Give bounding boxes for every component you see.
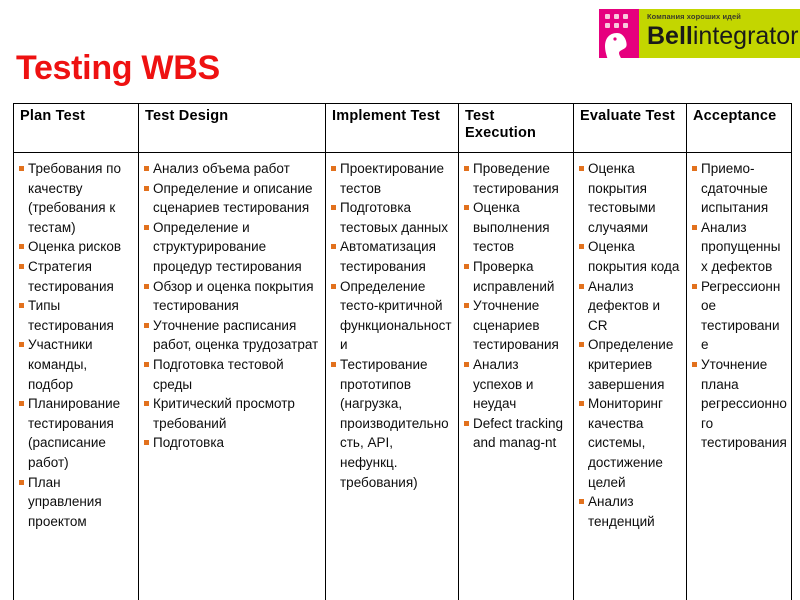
logo-dots-icon bbox=[605, 14, 630, 30]
bullet-item: Анализ успехов и неудач bbox=[464, 355, 569, 414]
table-content-row: Требования по качеству (требования к тес… bbox=[13, 152, 792, 600]
bullet-item: Анализ объема работ bbox=[144, 159, 321, 179]
bullet-item: Уточнение сценариев тестирования bbox=[464, 296, 569, 355]
bullet-item: Анализ пропущенных дефектов bbox=[692, 218, 787, 277]
bullet-item: Определение и структурирование процедур … bbox=[144, 218, 321, 277]
bullet-item: План управления проектом bbox=[19, 473, 134, 532]
bullet-item: Определение тесто-критичной функциональн… bbox=[331, 277, 454, 355]
bullet-item: Определение критериев завершения bbox=[579, 335, 682, 394]
column-cell-test-execution: Проведение тестирования Оценка выполнения… bbox=[458, 152, 574, 600]
bullet-item: Автоматизация тестирования bbox=[331, 237, 454, 276]
bullet-list-acceptance: Приемо-сдаточные испытания Анализ пропуще… bbox=[692, 159, 787, 453]
column-cell-test-design: Анализ объема работ Определение и описани… bbox=[138, 152, 326, 600]
bellintegrator-logo: Компания хороших идей Bellintegrator bbox=[599, 9, 800, 58]
bullet-list-evaluate-test: Оценка покрытия тестовыми случаями Оценка… bbox=[579, 159, 682, 531]
bullet-item: Уточнение плана регрессионного тестирова… bbox=[692, 355, 787, 453]
bullet-item: Уточнение расписания работ, оценка трудо… bbox=[144, 316, 321, 355]
bullet-list-plan-test: Требования по качеству (требования к тес… bbox=[19, 159, 134, 531]
bullet-item: Типы тестирования bbox=[19, 296, 134, 335]
bullet-item: Оценка рисков bbox=[19, 237, 134, 257]
bullet-item: Подготовка тестовых данных bbox=[331, 198, 454, 237]
bullet-item: Проектирование тестов bbox=[331, 159, 454, 198]
logo-wordmark-bold: Bell bbox=[647, 22, 693, 50]
bullet-item: Тестирование прототипов (нагрузка, произ… bbox=[331, 355, 454, 492]
column-header-implement-test: Implement Test bbox=[325, 103, 459, 153]
column-header-acceptance: Acceptance bbox=[686, 103, 792, 153]
bullet-item: Обзор и оценка покрытия тестирования bbox=[144, 277, 321, 316]
logo-wordmark: Bellintegrator bbox=[647, 21, 798, 51]
column-header-plan-test: Plan Test bbox=[13, 103, 139, 153]
bullet-item: Планирование тестирования (расписание ра… bbox=[19, 394, 134, 472]
bullet-item: Мониторинг качества системы, достижение … bbox=[579, 394, 682, 492]
logo-panel: Компания хороших идей Bellintegrator bbox=[639, 9, 800, 58]
bullet-item: Подготовка тестовой среды bbox=[144, 355, 321, 394]
bullet-item: Критический просмотр требований bbox=[144, 394, 321, 433]
bullet-item: Стратегия тестирования bbox=[19, 257, 134, 296]
bullet-list-test-design: Анализ объема работ Определение и описани… bbox=[144, 159, 321, 453]
bullet-list-test-execution: Проведение тестирования Оценка выполнения… bbox=[464, 159, 569, 453]
column-cell-acceptance: Приемо-сдаточные испытания Анализ пропуще… bbox=[686, 152, 792, 600]
bullet-item: Анализ дефектов и CR bbox=[579, 277, 682, 336]
column-header-evaluate-test: Evaluate Test bbox=[573, 103, 687, 153]
column-cell-evaluate-test: Оценка покрытия тестовыми случаями Оценка… bbox=[573, 152, 687, 600]
bullet-item: Приемо-сдаточные испытания bbox=[692, 159, 787, 218]
bullet-item: Проведение тестирования bbox=[464, 159, 569, 198]
bullet-item: Требования по качеству (требования к тес… bbox=[19, 159, 134, 237]
table-header-row: Plan Test Test Design Implement Test Tes… bbox=[13, 103, 792, 153]
bullet-item: Подготовка bbox=[144, 433, 321, 453]
bullet-item: Участники команды, подбор bbox=[19, 335, 134, 394]
logo-mark bbox=[599, 9, 639, 58]
column-cell-plan-test: Требования по качеству (требования к тес… bbox=[13, 152, 139, 600]
bullet-item: Определение и описание сценариев тестиро… bbox=[144, 179, 321, 218]
logo-wordmark-regular: integrator bbox=[692, 22, 799, 50]
bullet-item: Defect tracking and manag-nt bbox=[464, 414, 569, 453]
page-title: Testing WBS bbox=[16, 49, 220, 87]
slide-canvas: Компания хороших идей Bellintegrator Tes… bbox=[0, 0, 800, 600]
bullet-item: Проверка исправлений bbox=[464, 257, 569, 296]
column-header-test-design: Test Design bbox=[138, 103, 326, 153]
bullet-item: Оценка покрытия тестовыми случаями bbox=[579, 159, 682, 237]
logo-bell-figure-icon bbox=[605, 33, 627, 58]
bullet-item: Регрессионное тестирование bbox=[692, 277, 787, 355]
wbs-table: Plan Test Test Design Implement Test Tes… bbox=[13, 103, 792, 600]
column-cell-implement-test: Проектирование тестов Подготовка тестовых… bbox=[325, 152, 459, 600]
bullet-item: Оценка выполнения тестов bbox=[464, 198, 569, 257]
bullet-list-implement-test: Проектирование тестов Подготовка тестовых… bbox=[331, 159, 454, 492]
bullet-item: Оценка покрытия кода bbox=[579, 237, 682, 276]
column-header-test-execution: Test Execution bbox=[458, 103, 574, 153]
bullet-item: Анализ тенденций bbox=[579, 492, 682, 531]
